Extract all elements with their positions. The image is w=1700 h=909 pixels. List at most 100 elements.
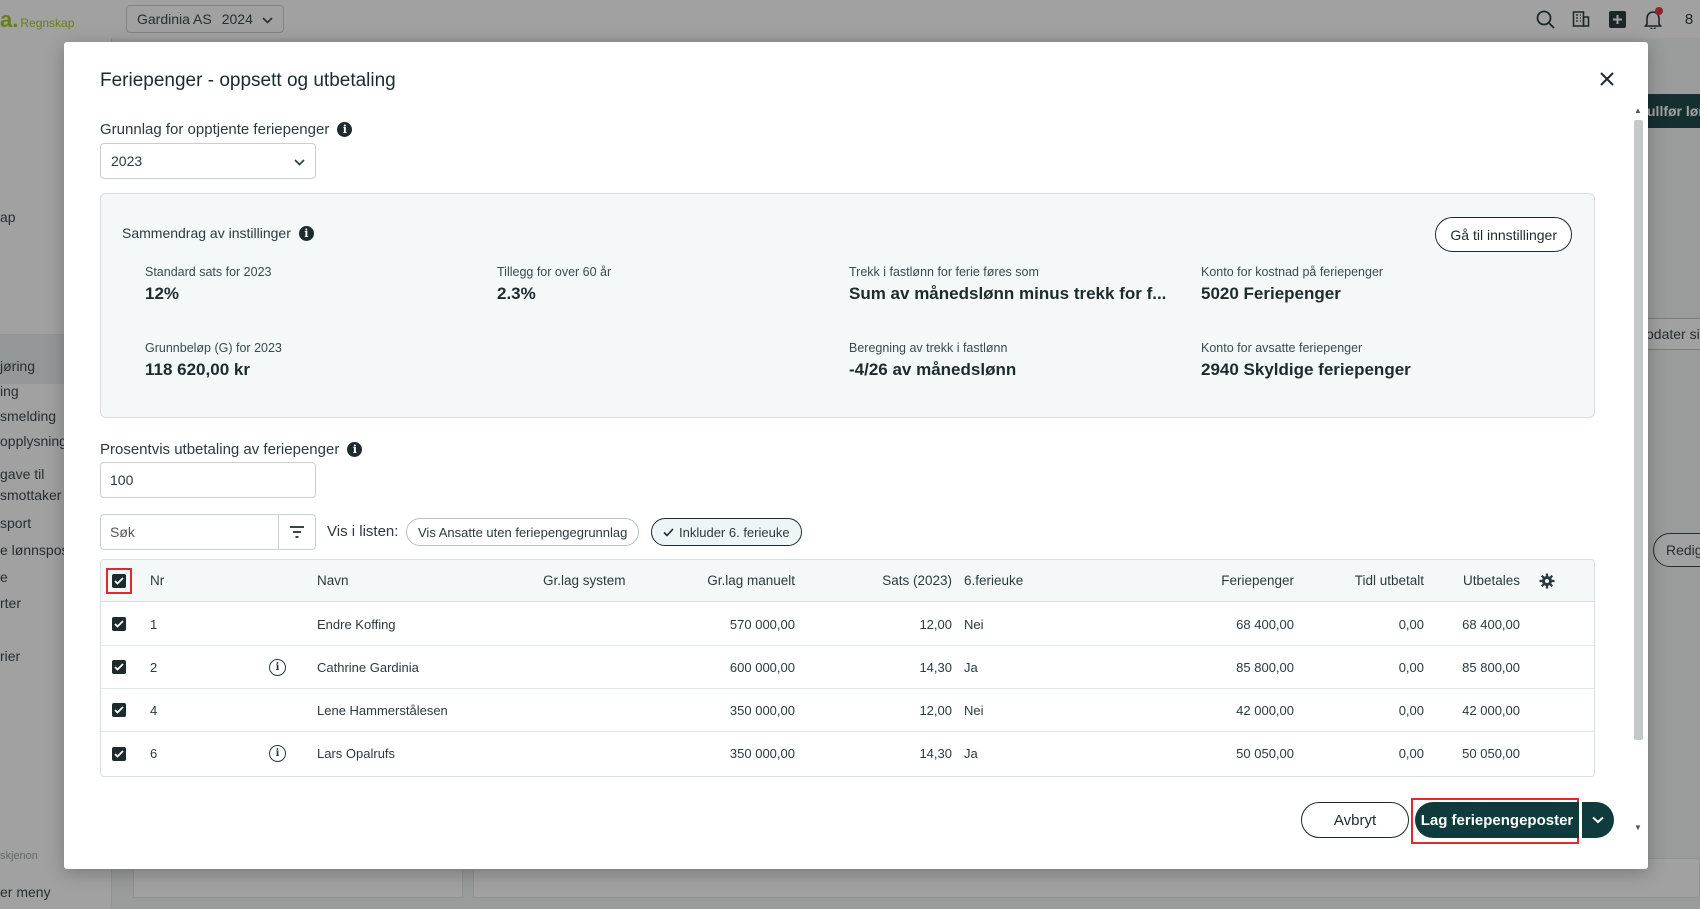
summary-item: Tillegg for over 60 år 2.3% — [497, 265, 611, 304]
summary-item: Trekk i fastlønn for ferie føres som Sum… — [849, 265, 1166, 304]
summary-item-value: 2.3% — [497, 284, 536, 303]
summary-item: Beregning av trekk i fastlønn -4/26 av m… — [849, 341, 1016, 380]
table-row[interactable]: 6 i Lars Opalrufs 350 000,00 14,30 Ja 50… — [101, 732, 1594, 775]
header-sixth-week[interactable]: 6.ferieuke — [964, 560, 1023, 601]
cell-sixth-week: Nei — [964, 702, 984, 718]
cell-nr: 1 — [150, 616, 158, 632]
cancel-button[interactable]: Avbryt — [1301, 802, 1409, 838]
row-info-cell: i — [269, 646, 286, 688]
cell-prev-paid: 0,00 — [1398, 702, 1424, 718]
cell-payout: 85 800,00 — [1462, 659, 1520, 675]
cell-gr-manual[interactable]: 600 000,00 — [641, 646, 795, 688]
summary-item: Grunnbeløp (G) for 2023 118 620,00 kr — [145, 341, 282, 380]
summary-item: Standard sats for 2023 12% — [145, 265, 271, 304]
header-rate[interactable]: Sats (2023) — [821, 560, 952, 601]
row-checkbox-cell — [112, 603, 126, 645]
summary-title-text: Sammendrag av instillinger — [122, 225, 291, 241]
summary-item-value: 118 620,00 kr — [145, 360, 250, 379]
cell-gr-manual[interactable]: 570 000,00 — [641, 603, 795, 645]
cell-sixth-week: Ja — [964, 746, 978, 761]
info-circle-icon[interactable]: i — [269, 745, 286, 762]
cell-payout: 50 050,00 — [1462, 746, 1520, 761]
basis-year-select[interactable]: 2023 — [100, 143, 316, 179]
cell-gr-manual[interactable]: 350 000,00 — [641, 732, 795, 775]
table-row[interactable]: 1 Endre Koffing 570 000,00 12,00 Nei 68 … — [101, 603, 1594, 646]
info-icon[interactable]: i — [298, 225, 314, 241]
scroll-up-icon[interactable]: ▲ — [1634, 106, 1642, 115]
cell-name: Endre Koffing — [317, 616, 396, 632]
header-nr[interactable]: Nr — [150, 560, 164, 601]
cell-holiday-pay: 85 800,00 — [1236, 659, 1294, 675]
chip-sixth-week-label: Inkluder 6. ferieuke — [679, 524, 790, 540]
table-row[interactable]: 2 i Cathrine Gardinia 600 000,00 14,30 J… — [101, 646, 1594, 689]
cell-name: Lars Opalrufs — [317, 746, 396, 761]
cell-rate: 14,30 — [919, 659, 952, 675]
select-all-checkbox[interactable] — [112, 574, 126, 588]
header-payout[interactable]: Utbetales — [1431, 560, 1520, 601]
row-checkbox[interactable] — [112, 617, 126, 631]
cell-payout: 68 400,00 — [1462, 616, 1520, 632]
scroll-thumb[interactable] — [1634, 120, 1643, 740]
table-row[interactable]: 4 Lene Hammerstålesen 350 000,00 12,00 N… — [101, 689, 1594, 732]
cell-nr: 2 — [150, 659, 158, 675]
summary-item-label: Beregning av trekk i fastlønn — [849, 341, 1008, 355]
header-holiday-pay[interactable]: Feriepenger — [1151, 560, 1294, 601]
filter-icon[interactable] — [279, 515, 315, 549]
header-gr-system[interactable]: Gr.lag system — [543, 560, 626, 601]
percent-input[interactable]: 100 — [100, 462, 316, 498]
row-checkbox-cell — [112, 646, 126, 688]
cell-sixth-week: Nei — [964, 616, 984, 632]
summary-item-label: Trekk i fastlønn for ferie føres som — [849, 265, 1039, 279]
chip-no-basis-label: Vis Ansatte uten feriepengegrunnlag — [418, 524, 628, 540]
select-all-highlight — [106, 568, 132, 594]
chip-no-basis[interactable]: Vis Ansatte uten feriepengegrunnlag — [406, 518, 640, 546]
info-icon[interactable]: i — [337, 122, 353, 137]
row-checkbox[interactable] — [112, 746, 126, 761]
go-to-settings-button[interactable]: Gå til innstillinger — [1435, 217, 1572, 252]
table-header: Nr Navn Gr.lag system Gr.lag manuelt Sat… — [101, 560, 1594, 602]
summary-item-label: Konto for kostnad på feriepenger — [1201, 265, 1384, 279]
holiday-pay-modal: Feriepenger - oppsett og utbetaling ▲ ▼ … — [64, 42, 1648, 869]
summary-title: Sammendrag av instillinger i — [122, 225, 314, 241]
info-circle-icon[interactable]: i — [269, 658, 286, 676]
gear-icon[interactable] — [1539, 560, 1555, 601]
row-checkbox-cell — [112, 732, 126, 775]
scroll-down-icon[interactable]: ▼ — [1634, 823, 1642, 832]
summary-item: Konto for kostnad på feriepenger 5020 Fe… — [1201, 265, 1383, 304]
cell-nr: 6 — [150, 746, 158, 761]
chip-sixth-week[interactable]: Inkluder 6. ferieuke — [651, 518, 802, 546]
cell-sixth-week: Ja — [964, 659, 978, 675]
chevron-down-icon — [294, 153, 305, 169]
cell-rate: 12,00 — [919, 702, 952, 718]
cell-prev-paid: 0,00 — [1398, 746, 1424, 761]
basis-label-text: Grunnlag for opptjente feriepenger — [100, 121, 330, 138]
summary-item-label: Grunnbeløp (G) for 2023 — [145, 341, 282, 355]
cell-holiday-pay: 50 050,00 — [1236, 746, 1294, 761]
search-box: Søk — [100, 514, 316, 550]
modal-title: Feriepenger - oppsett og utbetaling — [100, 70, 396, 91]
row-checkbox[interactable] — [112, 660, 126, 674]
create-holiday-pay-button[interactable]: Lag feriepengeposter — [1415, 802, 1579, 838]
cell-gr-manual[interactable]: 350 000,00 — [641, 689, 795, 731]
summary-item-label: Tillegg for over 60 år — [497, 265, 612, 279]
cell-payout: 42 000,00 — [1462, 702, 1520, 718]
employee-table: Nr Navn Gr.lag system Gr.lag manuelt Sat… — [100, 559, 1595, 777]
header-name[interactable]: Navn — [317, 560, 349, 601]
summary-item-value: 2940 Skyldige feriepenger — [1201, 360, 1411, 379]
row-checkbox-cell — [112, 689, 126, 731]
cell-prev-paid: 0,00 — [1398, 659, 1424, 675]
basis-label: Grunnlag for opptjente feriepenger i — [100, 121, 353, 138]
cell-rate: 12,00 — [919, 616, 952, 632]
summary-item-label: Standard sats for 2023 — [145, 265, 272, 279]
cell-nr: 4 — [150, 702, 158, 718]
header-gr-manual[interactable]: Gr.lag manuelt — [641, 560, 795, 601]
modal-scrollbar[interactable]: ▲ ▼ — [1632, 106, 1644, 832]
chevron-down-icon[interactable] — [1582, 802, 1614, 838]
info-icon[interactable]: i — [347, 442, 363, 457]
summary-item-value: 5020 Feriepenger — [1201, 284, 1341, 303]
header-prev-paid[interactable]: Tidl utbetalt — [1301, 560, 1424, 601]
row-checkbox[interactable] — [112, 703, 126, 717]
search-input[interactable]: Søk — [101, 515, 279, 549]
cell-rate: 14,30 — [919, 746, 952, 761]
close-icon[interactable] — [1596, 68, 1618, 90]
